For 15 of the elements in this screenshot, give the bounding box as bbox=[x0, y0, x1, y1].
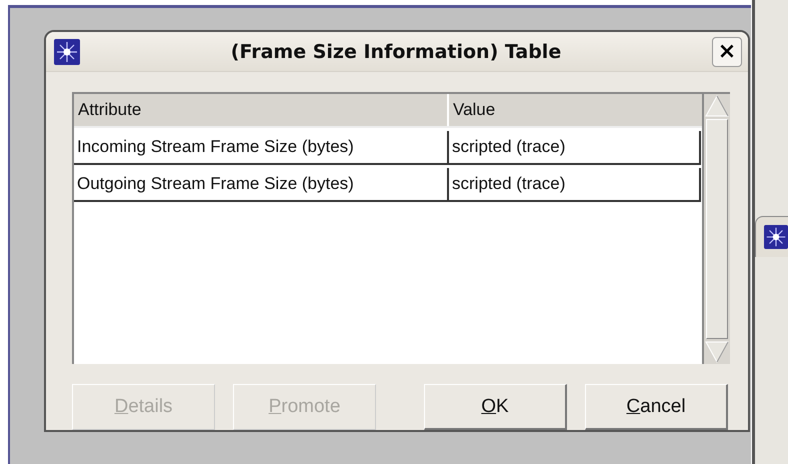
star-icon bbox=[764, 225, 788, 249]
close-button[interactable]: × bbox=[712, 36, 742, 66]
down-arrow-icon[interactable] bbox=[704, 340, 730, 364]
star-icon bbox=[54, 38, 80, 64]
up-arrow-icon[interactable] bbox=[704, 94, 730, 118]
table-cell: Incoming Stream Frame Size (bytes) bbox=[74, 131, 449, 163]
window-title: (Frame Size Information) Table bbox=[230, 40, 562, 62]
scrollbar[interactable] bbox=[702, 94, 730, 364]
column-header[interactable]: Value bbox=[449, 94, 699, 126]
column-header[interactable]: Attribute bbox=[74, 94, 449, 126]
dialog-button[interactable]: OK bbox=[424, 384, 567, 430]
table-cell-text: scripted (trace) bbox=[451, 136, 566, 158]
table-cell: Outgoing Stream Frame Size (bytes) bbox=[74, 168, 449, 200]
dialog-button[interactable]: Cancel bbox=[585, 384, 728, 430]
table-cell-text: scripted (trace) bbox=[451, 173, 566, 195]
